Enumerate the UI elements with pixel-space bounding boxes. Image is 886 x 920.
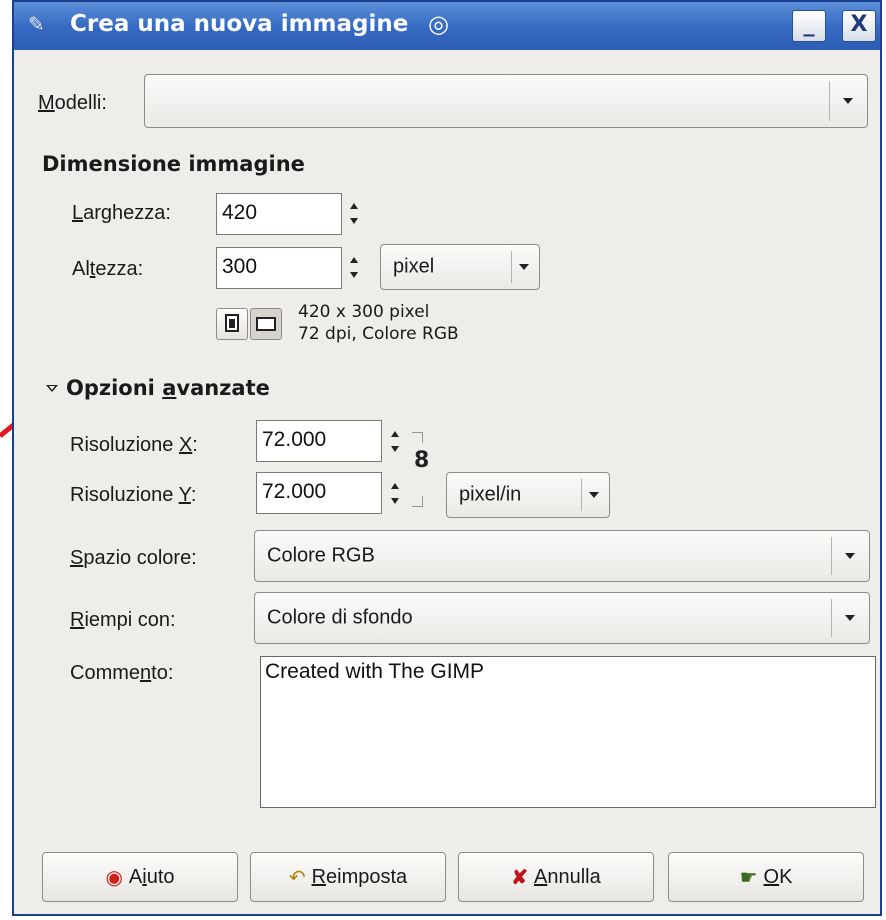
new-image-dialog: ✎ Crea una nuova immagine ◎ _ X Modelli:…: [12, 0, 882, 916]
image-size-heading: Dimensione immagine: [42, 152, 305, 176]
colorspace-value: Colore RGB: [267, 544, 375, 567]
expander-triangle-inner: [49, 386, 55, 390]
chevron-down-icon: [845, 615, 855, 621]
template-combo[interactable]: [144, 74, 868, 128]
res-unit-value: pixel/in: [459, 483, 522, 506]
cancel-button[interactable]: ✘ Annulla: [458, 852, 654, 902]
chevron-down-icon: [519, 264, 529, 270]
res-unit-combo[interactable]: pixel/in: [446, 472, 610, 518]
colorspace-combo[interactable]: Colore RGB: [254, 530, 870, 582]
res-x-input[interactable]: 72.000: [256, 420, 382, 462]
chevron-down-icon: [845, 553, 855, 559]
size-unit-value: pixel: [393, 255, 435, 278]
close-button[interactable]: X: [842, 10, 876, 42]
chain-link-icon[interactable]: 8: [414, 450, 429, 472]
size-info-line1: 420 x 300 pixel: [298, 302, 430, 322]
comment-label: Commento:: [70, 662, 174, 684]
res-y-label: Risoluzione Y:: [70, 484, 197, 506]
reset-button[interactable]: ↶ Reimposta: [250, 852, 446, 902]
reset-button-label: Reimposta: [311, 865, 408, 888]
comment-textarea[interactable]: [260, 656, 876, 808]
help-button[interactable]: ◉ Aiuto: [42, 852, 238, 902]
minimize-button[interactable]: _: [792, 10, 826, 42]
height-label: Altezza:: [72, 258, 144, 280]
size-unit-combo[interactable]: pixel: [380, 244, 540, 290]
height-input[interactable]: 300: [216, 247, 342, 289]
chain-bracket-top: [412, 432, 423, 443]
cancel-button-label: Annulla: [534, 865, 601, 888]
busy-spiral-icon: ◎: [428, 10, 449, 38]
lifebuoy-icon: ◉: [105, 866, 123, 889]
revert-icon: ↶: [288, 866, 306, 889]
cancel-x-icon: ✘: [511, 866, 529, 889]
chain-bracket-bottom: [412, 496, 423, 507]
fill-label: Riempi con:: [70, 609, 176, 631]
template-label: Modelli:: [38, 92, 107, 114]
gimp-icon: ✎: [28, 12, 45, 36]
res-x-spinner[interactable]: [387, 422, 403, 462]
chevron-down-icon: [843, 98, 853, 104]
portrait-figure: [229, 319, 235, 328]
chevron-down-icon: [589, 492, 599, 498]
res-y-spinner[interactable]: [387, 474, 403, 514]
height-spinner[interactable]: [346, 248, 362, 288]
fill-combo[interactable]: Colore di sfondo: [254, 592, 870, 644]
ok-hand-icon: ☛: [739, 866, 758, 889]
help-button-label: Aiuto: [128, 865, 175, 888]
ok-button[interactable]: ☛ OK: [668, 852, 864, 902]
res-x-label: Risoluzione X:: [70, 434, 198, 456]
landscape-icon: [256, 317, 276, 331]
portrait-button[interactable]: [216, 308, 248, 340]
width-label: Larghezza:: [72, 202, 171, 224]
colorspace-label: Spazio colore:: [70, 547, 197, 569]
size-info-line2: 72 dpi, Colore RGB: [298, 324, 459, 344]
window-title: Crea una nuova immagine: [70, 11, 409, 37]
width-spinner[interactable]: [346, 194, 362, 234]
ok-button-label: OK: [763, 865, 793, 888]
title-bar[interactable]: ✎ Crea una nuova immagine ◎ _ X: [14, 2, 880, 50]
landscape-button[interactable]: [250, 308, 282, 340]
res-y-input[interactable]: 72.000: [256, 472, 382, 514]
width-input[interactable]: 420: [216, 193, 342, 235]
advanced-options-expander[interactable]: Opzioni avanzate: [66, 376, 270, 400]
fill-value: Colore di sfondo: [267, 606, 413, 629]
